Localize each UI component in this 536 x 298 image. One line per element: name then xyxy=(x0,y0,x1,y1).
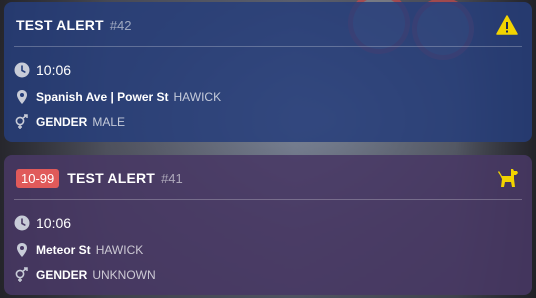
alert-location-row: Spanish Ave | Power St HAWICK xyxy=(14,89,221,105)
alert-number: #42 xyxy=(109,17,132,33)
map-pin-icon xyxy=(14,89,30,105)
gender-icon xyxy=(14,114,30,130)
alert-time-row: 10:06 xyxy=(14,215,71,231)
alert-area: HAWICK xyxy=(95,243,144,257)
alert-title: TEST ALERT xyxy=(67,170,156,186)
alert-time: 10:06 xyxy=(36,215,72,231)
alert-number: #41 xyxy=(161,170,183,186)
gender-label: GENDER xyxy=(36,115,88,129)
gender-icon xyxy=(14,267,30,283)
alert-time-row: 10:06 xyxy=(14,62,71,78)
alert-card-42[interactable]: TEST ALERT #42 10:06 Spanish Ave | Power… xyxy=(4,2,532,142)
dog-icon xyxy=(496,167,518,189)
clock-icon xyxy=(14,215,30,231)
alert-location-row: Meteor St HAWICK xyxy=(14,242,143,258)
alert-street: Spanish Ave | Power St xyxy=(36,90,169,104)
alert-gender-row: GENDER UNKNOWN xyxy=(14,267,156,283)
alert-street: Meteor St xyxy=(36,243,91,257)
alert-time: 10:06 xyxy=(36,62,72,78)
gender-value: MALE xyxy=(92,115,126,129)
map-pin-icon xyxy=(14,242,30,258)
divider xyxy=(14,199,522,200)
gender-value: UNKNOWN xyxy=(92,268,156,282)
warning-icon xyxy=(496,14,518,36)
alert-code-badge: 10-99 xyxy=(16,168,60,188)
alert-header: TEST ALERT #42 xyxy=(16,14,520,36)
clock-icon xyxy=(14,62,30,78)
gender-label: GENDER xyxy=(36,268,88,282)
alert-title: TEST ALERT xyxy=(16,17,104,33)
alert-area: HAWICK xyxy=(173,90,222,104)
alert-header: 10-99 TEST ALERT #41 xyxy=(16,167,520,189)
alert-card-41[interactable]: 10-99 TEST ALERT #41 10:06 Meteor St HAW… xyxy=(4,155,532,295)
alert-gender-row: GENDER MALE xyxy=(14,114,125,130)
divider xyxy=(14,46,522,47)
